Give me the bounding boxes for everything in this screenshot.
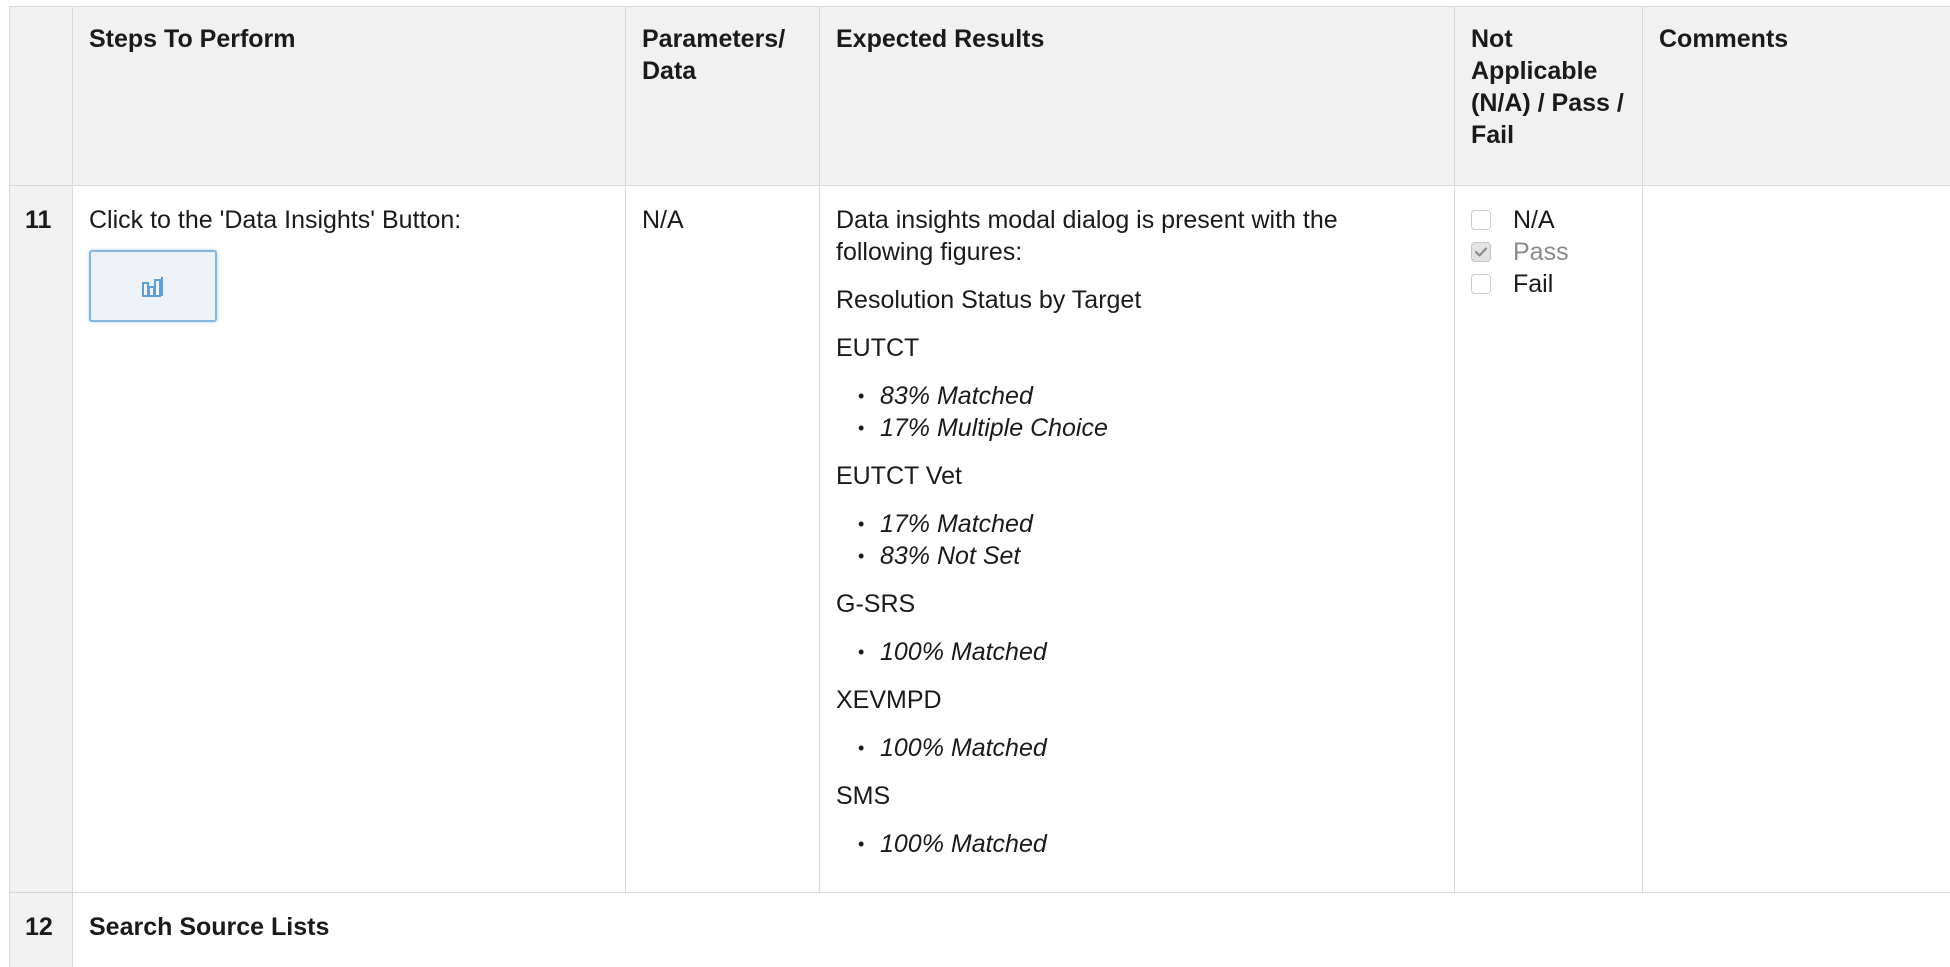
- status-label-na: N/A: [1513, 206, 1555, 234]
- status-label-fail: Fail: [1513, 270, 1554, 298]
- data-insights-button[interactable]: [89, 250, 217, 322]
- checkmark-icon: [1474, 247, 1488, 257]
- step-instruction: Click to the 'Data Insights' Button:: [89, 206, 462, 234]
- table-row: 12 Search Source Lists: [9, 892, 1950, 967]
- status-cell: N/A Pass Fail: [1454, 185, 1643, 893]
- bar-chart-icon: [142, 277, 163, 297]
- header-params: Parameters/ Data: [625, 6, 820, 186]
- test-steps-table: Steps To Perform Parameters/ Data Expect…: [9, 6, 1950, 967]
- header-steps: Steps To Perform: [72, 6, 626, 186]
- result-item: 17% Matched: [858, 508, 1438, 540]
- pass-checkbox[interactable]: [1471, 242, 1491, 262]
- expected-subtitle: Resolution Status by Target: [836, 286, 1142, 314]
- target-results-list: 100% Matched: [836, 828, 1438, 860]
- expected-results-cell: Data insights modal dialog is present wi…: [819, 185, 1455, 893]
- result-item: 17% Multiple Choice: [858, 412, 1438, 444]
- target-name: XEVMPD: [836, 686, 942, 714]
- target-name: EUTCT: [836, 334, 920, 362]
- table-header-row: Steps To Perform Parameters/ Data Expect…: [9, 6, 1950, 186]
- na-checkbox[interactable]: [1471, 210, 1491, 230]
- header-status: Not Applicable (N/A) / Pass / Fail: [1454, 6, 1643, 186]
- target-name: EUTCT Vet: [836, 462, 962, 490]
- target-results-list: 83% Matched 17% Multiple Choice: [836, 380, 1438, 444]
- fail-checkbox[interactable]: [1471, 274, 1491, 294]
- status-option-fail[interactable]: Fail: [1471, 268, 1626, 300]
- status-checklist: N/A Pass Fail: [1471, 204, 1626, 300]
- target-name: G-SRS: [836, 590, 916, 618]
- target-name: SMS: [836, 782, 891, 810]
- step-instruction-cell: Click to the 'Data Insights' Button:: [72, 185, 626, 893]
- header-number: [9, 6, 73, 186]
- step-number: 11: [9, 185, 73, 893]
- result-item: 83% Not Set: [858, 540, 1438, 572]
- expected-intro: Data insights modal dialog is present wi…: [836, 206, 1338, 266]
- status-label-pass: Pass: [1513, 238, 1569, 266]
- header-expected: Expected Results: [819, 6, 1455, 186]
- status-option-na[interactable]: N/A: [1471, 204, 1626, 236]
- header-comments: Comments: [1642, 6, 1950, 186]
- result-item: 100% Matched: [858, 828, 1438, 860]
- result-item: 100% Matched: [858, 732, 1438, 764]
- status-option-pass[interactable]: Pass: [1471, 236, 1626, 268]
- result-item: 83% Matched: [858, 380, 1438, 412]
- step-params: N/A: [625, 185, 820, 893]
- table-row: 11 Click to the 'Data Insights' Button: …: [9, 185, 1950, 893]
- step-section-title: Search Source Lists: [72, 892, 1950, 967]
- test-step-page: Steps To Perform Parameters/ Data Expect…: [0, 0, 1950, 967]
- step-number: 12: [9, 892, 73, 967]
- comments-cell[interactable]: [1642, 185, 1950, 893]
- target-results-list: 100% Matched: [836, 636, 1438, 668]
- result-item: 100% Matched: [858, 636, 1438, 668]
- target-results-list: 17% Matched 83% Not Set: [836, 508, 1438, 572]
- target-results-list: 100% Matched: [836, 732, 1438, 764]
